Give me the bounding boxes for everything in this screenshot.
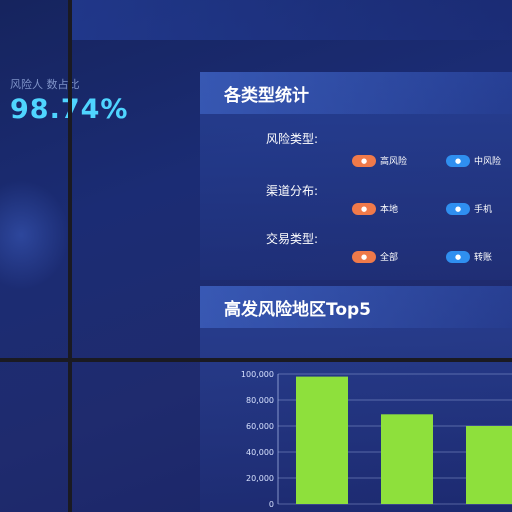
transaction-type-group: 交易类型: [266, 230, 318, 247]
channel-mobile-chip[interactable]: ● 手机 [446, 202, 492, 215]
orange-dot-icon: ● [352, 250, 376, 263]
risk-type-mid-chip[interactable]: ● 中风险 [446, 154, 501, 167]
chip-label: 高风险 [380, 157, 408, 167]
chip-label: 本地 [380, 205, 399, 215]
y-tick-label: 20,000 [246, 474, 274, 483]
screen-seam-vertical [68, 0, 72, 512]
channel-title: 渠道分布: [266, 184, 319, 198]
channel-group: 渠道分布: [266, 182, 318, 199]
y-tick-label: 100,000 [241, 370, 274, 379]
header-band [70, 0, 512, 40]
bar-chart-svg: 0 20,000 40,000 60,000 80,000 100,000 [241, 370, 512, 509]
y-tick-label: 40,000 [246, 448, 274, 457]
blue-dot-icon: ● [446, 202, 470, 215]
top5-region-title: 高发风险地区Top5 [200, 286, 512, 328]
risk-type-group: 风险类型: [266, 130, 318, 147]
decorative-glow [0, 180, 70, 290]
bar[interactable] [381, 414, 433, 504]
blue-dot-icon: ● [446, 154, 470, 167]
y-tick-label: 0 [269, 500, 274, 509]
chip-label: 手机 [474, 205, 493, 215]
blue-dot-icon: ● [446, 250, 470, 263]
chip-label: 转账 [474, 253, 493, 263]
top5-region-panel: 高发风险地区Top5 0 20,000 40,000 60,000 80,000 100,… [200, 286, 512, 512]
risk-type-title: 风险类型: [266, 132, 319, 146]
transaction-type-title: 交易类型: [266, 232, 319, 246]
type-stats-panel: 各类型统计 风险类型: ● 高风险 ● 中风险 渠道分布: ● 本地 ● 手机 … [200, 72, 512, 280]
risk-type-high-chip[interactable]: ● 高风险 [352, 154, 407, 167]
chip-label: 全部 [380, 253, 399, 263]
y-tick-label: 80,000 [246, 396, 274, 405]
chip-label: 中风险 [474, 157, 502, 167]
transaction-all-chip[interactable]: ● 全部 [352, 250, 398, 263]
channel-local-chip[interactable]: ● 本地 [352, 202, 398, 215]
type-stats-title: 各类型统计 [200, 72, 512, 114]
y-tick-label: 60,000 [246, 422, 274, 431]
top5-bar-chart: 0 20,000 40,000 60,000 80,000 100,000 [200, 328, 512, 512]
orange-dot-icon: ● [352, 202, 376, 215]
bar[interactable] [296, 376, 348, 504]
orange-dot-icon: ● [352, 154, 376, 167]
screen-seam-horizontal [0, 358, 512, 362]
transaction-transfer-chip[interactable]: ● 转账 [446, 250, 492, 263]
bar[interactable] [466, 426, 512, 504]
